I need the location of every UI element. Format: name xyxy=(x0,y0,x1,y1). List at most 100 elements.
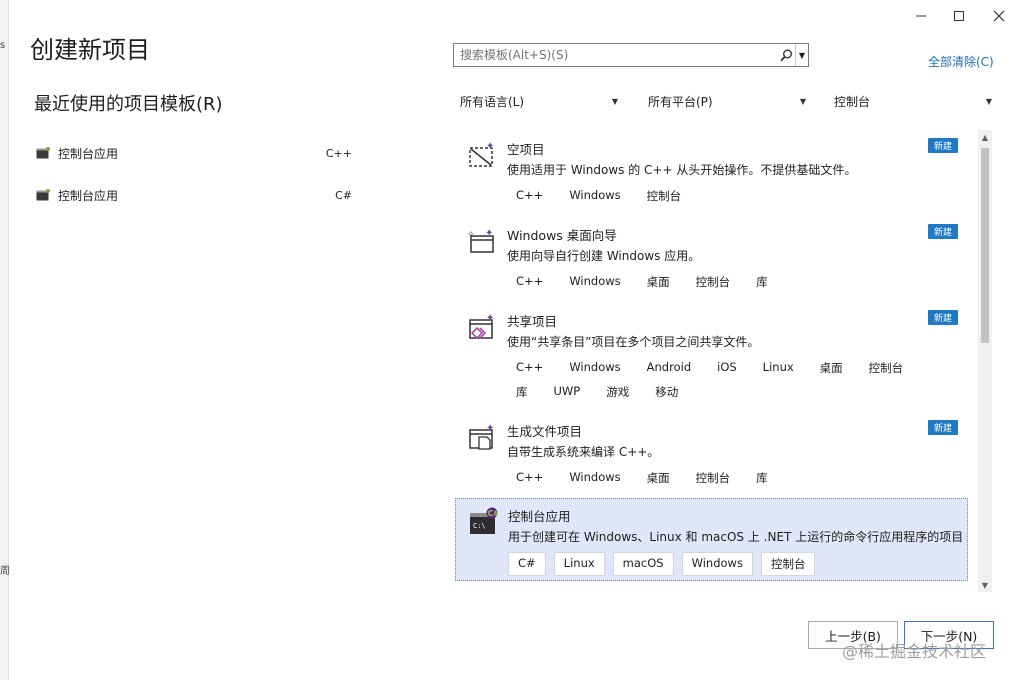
minimize-button[interactable] xyxy=(910,6,932,26)
template-card-makefile-project[interactable]: ✦ 生成文件项目 自带生成系统来编译 C++。 新建 C++ Windows 桌… xyxy=(455,410,968,496)
tag: 库 xyxy=(747,467,777,489)
tag: C++ xyxy=(507,185,553,207)
tag: Android xyxy=(637,357,701,379)
tag: Linux xyxy=(753,357,803,379)
template-card-empty-project[interactable]: ✦ 空项目 使用适用于 Windows 的 C++ 从头开始操作。不提供基础文件… xyxy=(455,128,968,214)
language-filter-label: 所有语言(L) xyxy=(460,94,525,109)
tag: 移动 xyxy=(646,381,688,403)
watermark: @稀土掘金技术社区 xyxy=(842,642,987,661)
desktop-wizard-icon: ✧ ✦ xyxy=(467,228,494,253)
template-name: 共享项目 xyxy=(507,314,558,329)
tag: C++ xyxy=(507,271,553,293)
console-app-icon xyxy=(36,189,50,201)
platform-filter-label: 所有平台(P) xyxy=(648,94,713,109)
new-badge: 新建 xyxy=(927,310,958,325)
recent-template-language: C# xyxy=(329,186,358,204)
tag-row: C++ Windows Android iOS Linux 桌面 控制台 xyxy=(507,357,913,379)
tag: 控制台 xyxy=(859,357,913,379)
svg-text:✧: ✧ xyxy=(467,230,475,240)
tag: Windows xyxy=(560,357,630,379)
tag: Windows xyxy=(560,185,630,207)
tag: 控制台 xyxy=(637,185,691,207)
template-description: 用于创建可在 Windows、Linux 和 macOS 上 .NET 上运行的… xyxy=(508,530,964,544)
tag-row: C++ Windows 控制台 xyxy=(507,185,691,207)
new-badge: 新建 xyxy=(927,420,958,435)
template-description: 使用适用于 Windows 的 C++ 从头开始操作。不提供基础文件。 xyxy=(507,163,857,177)
project-type-filter-label: 控制台 xyxy=(834,94,871,109)
chevron-down-icon: ▼ xyxy=(799,96,806,106)
template-card-shared-project[interactable]: ✦ 共享项目 使用“共享条目”项目在多个项目之间共享文件。 新建 C++ Win… xyxy=(455,300,968,410)
chevron-down-icon: ▼ xyxy=(611,96,618,106)
template-card-csharp-console-selected[interactable]: C:\ C# 控制台应用 用于创建可在 Windows、Linux 和 macO… xyxy=(455,498,968,581)
template-description: 自带生成系统来编译 C++。 xyxy=(507,445,660,459)
svg-text:C:\: C:\ xyxy=(473,522,486,530)
template-search-box[interactable]: ▼ xyxy=(453,43,809,67)
template-name: 生成文件项目 xyxy=(507,424,583,439)
tag: 控制台 xyxy=(686,467,740,489)
tag: 库 xyxy=(507,381,537,403)
template-name: Windows 桌面向导 xyxy=(507,228,617,243)
tag-row: C++ Windows 桌面 控制台 库 xyxy=(507,271,777,293)
dialog-title: 创建新项目 xyxy=(30,36,150,64)
recent-template-item[interactable]: 控制台应用 C# xyxy=(36,182,366,208)
tag: Windows xyxy=(560,467,630,489)
template-description: 使用向导自行创建 Windows 应用。 xyxy=(507,249,701,263)
tag: 桌面 xyxy=(810,357,852,379)
svg-text:✦: ✦ xyxy=(486,423,494,434)
scroll-down-icon[interactable]: ▼ xyxy=(978,578,992,592)
new-badge: 新建 xyxy=(927,224,958,239)
tag: macOS xyxy=(612,552,674,576)
tag: iOS xyxy=(708,357,746,379)
recent-template-name: 控制台应用 xyxy=(58,188,119,203)
background-window-edge xyxy=(0,0,9,680)
platform-filter[interactable]: 所有平台(P) ▼ xyxy=(648,90,806,112)
search-dropdown-icon[interactable]: ▼ xyxy=(795,44,808,66)
language-filter[interactable]: 所有语言(L) ▼ xyxy=(460,90,618,112)
recent-template-language: C++ xyxy=(319,144,358,162)
template-list: ✦ 空项目 使用适用于 Windows 的 C++ 从头开始操作。不提供基础文件… xyxy=(455,128,968,588)
tag: 桌面 xyxy=(637,271,679,293)
tag-row: C++ Windows 桌面 控制台 库 xyxy=(507,467,777,489)
template-name: 空项目 xyxy=(507,142,545,157)
recent-template-item[interactable]: 控制台应用 C++ xyxy=(36,140,366,166)
chevron-down-icon: ▼ xyxy=(985,96,992,106)
close-icon xyxy=(993,10,1005,22)
template-description: 使用“共享条目”项目在多个项目之间共享文件。 xyxy=(507,335,760,349)
background-window-text: s xyxy=(0,40,6,51)
tag: 控制台 xyxy=(686,271,740,293)
project-type-filter[interactable]: 控制台 ▼ xyxy=(834,90,992,112)
csharp-console-icon: C:\ C# xyxy=(470,507,498,534)
svg-text:✦: ✦ xyxy=(486,141,494,152)
tag: Linux xyxy=(553,552,605,576)
tag: 控制台 xyxy=(760,552,816,576)
tag: C++ xyxy=(507,357,553,379)
clear-all-link[interactable]: 全部清除(C) xyxy=(928,53,994,70)
svg-text:C#: C# xyxy=(488,509,498,518)
minimize-icon xyxy=(916,15,926,17)
template-card-desktop-wizard[interactable]: ✧ ✦ Windows 桌面向导 使用向导自行创建 Windows 应用。 新建… xyxy=(455,214,968,300)
recent-templates-heading: 最近使用的项目模板(R) xyxy=(34,94,223,115)
search-input[interactable] xyxy=(454,48,777,62)
template-name: 控制台应用 xyxy=(508,509,571,524)
tag-row: C# Linux macOS Windows 控制台 xyxy=(508,552,816,576)
tag: C# xyxy=(508,552,546,576)
makefile-project-icon: ✦ xyxy=(469,423,494,450)
scrollbar-thumb[interactable] xyxy=(981,148,989,343)
background-window-text: 周 xyxy=(0,566,10,577)
svg-text:✦: ✦ xyxy=(485,228,493,239)
scroll-up-icon[interactable]: ▲ xyxy=(978,130,992,144)
tag: UWP xyxy=(544,381,590,403)
maximize-icon xyxy=(954,11,964,21)
recent-template-name: 控制台应用 xyxy=(58,146,119,161)
tag: 库 xyxy=(747,271,777,293)
shared-project-icon: ✦ xyxy=(469,313,494,340)
svg-text:✦: ✦ xyxy=(486,313,494,324)
search-icon[interactable] xyxy=(777,44,795,66)
new-badge: 新建 xyxy=(927,138,958,153)
maximize-button[interactable] xyxy=(948,6,970,26)
tag: 桌面 xyxy=(637,467,679,489)
close-button[interactable] xyxy=(988,6,1010,26)
tag-row: 库 UWP 游戏 移动 xyxy=(507,381,688,403)
tag: 游戏 xyxy=(597,381,639,403)
console-app-icon xyxy=(36,147,50,159)
